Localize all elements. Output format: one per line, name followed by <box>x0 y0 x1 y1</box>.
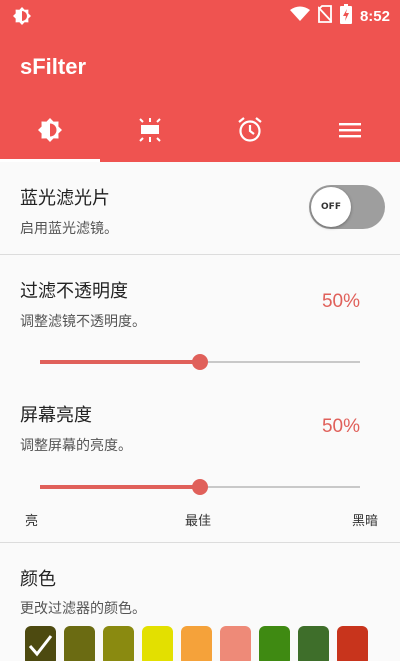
brightness-scale-optimal: 最佳 <box>185 514 212 529</box>
brightness-value: 50% <box>321 416 360 437</box>
slider-thumb[interactable] <box>192 354 208 370</box>
app-title: sFilter <box>20 54 87 79</box>
brightness-subtitle: 调整屏幕的亮度。 <box>20 438 132 454</box>
brightness-icon <box>37 117 63 147</box>
opacity-slider[interactable] <box>40 352 360 372</box>
tab-menu[interactable] <box>300 102 400 162</box>
color-swatch[interactable] <box>181 626 212 661</box>
color-swatch-list <box>25 626 368 661</box>
slider-fill <box>40 485 200 489</box>
divider <box>0 542 400 543</box>
filter-toggle-subtitle: 启用蓝光滤镜。 <box>20 221 118 237</box>
color-swatch[interactable] <box>25 626 56 661</box>
brightness-scale-dark: 黑暗 <box>352 514 379 529</box>
wifi-icon <box>289 6 310 26</box>
color-swatch[interactable] <box>337 626 368 661</box>
color-swatch[interactable] <box>220 626 251 661</box>
color-swatch[interactable] <box>298 626 329 661</box>
switch-knob: OFF <box>311 187 351 227</box>
color-subtitle: 更改过滤器的颜色。 <box>20 601 146 617</box>
brightness-slider[interactable] <box>40 477 360 497</box>
brightness-status-icon <box>12 6 32 26</box>
brightness-scale-bright: 亮 <box>25 514 39 529</box>
slider-thumb[interactable] <box>192 479 208 495</box>
divider <box>0 254 400 255</box>
brightness-title: 屏幕亮度 <box>20 405 92 426</box>
battery-charging-icon <box>339 4 352 28</box>
color-swatch[interactable] <box>103 626 134 661</box>
tab-bar <box>0 102 400 162</box>
opacity-value: 50% <box>321 291 360 312</box>
no-sim-icon <box>317 5 333 27</box>
tab-screen-dim[interactable] <box>100 102 200 162</box>
color-title: 颜色 <box>20 569 56 590</box>
screen-dim-icon <box>137 117 163 147</box>
tab-schedule[interactable] <box>200 102 300 162</box>
color-swatch[interactable] <box>259 626 290 661</box>
opacity-subtitle: 调整滤镜不透明度。 <box>20 314 146 330</box>
color-swatch[interactable] <box>142 626 173 661</box>
color-swatch[interactable] <box>64 626 95 661</box>
filter-toggle-title: 蓝光滤光片 <box>20 188 110 209</box>
tab-filter[interactable] <box>0 102 100 162</box>
alarm-clock-icon <box>236 116 264 148</box>
status-time: 8:52 <box>359 7 390 25</box>
menu-icon <box>337 117 363 147</box>
app-bar: sFilter <box>0 32 400 102</box>
status-bar: 8:52 <box>0 0 400 32</box>
opacity-title: 过滤不透明度 <box>20 281 128 302</box>
slider-fill <box>40 360 200 364</box>
check-icon <box>28 635 53 657</box>
blue-filter-switch[interactable]: OFF <box>309 185 385 229</box>
